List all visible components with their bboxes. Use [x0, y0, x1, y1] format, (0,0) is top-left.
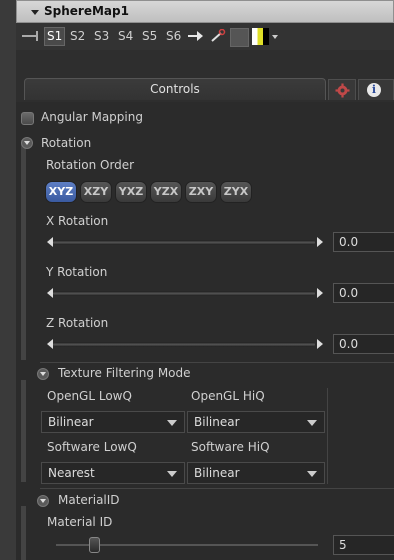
- increment-arrow-icon[interactable]: [317, 339, 323, 349]
- opengl-lowq-select[interactable]: Bilinear: [41, 411, 185, 433]
- arrow-right-icon[interactable]: [188, 31, 204, 41]
- info-icon: i: [367, 83, 381, 97]
- z-rotation-label: Z Rotation: [46, 316, 109, 330]
- angular-mapping-label: Angular Mapping: [41, 110, 143, 124]
- column-divider: [327, 388, 328, 484]
- divider: [40, 362, 394, 363]
- collapse-icon[interactable]: [31, 10, 39, 15]
- z-rotation-slider[interactable]: [47, 339, 323, 349]
- tool-title: SphereMap1: [44, 4, 129, 18]
- left-edge: [0, 0, 16, 560]
- slot-s5[interactable]: S5: [140, 28, 159, 45]
- tab-settings[interactable]: [328, 79, 356, 100]
- dropdown-arrow-icon: [167, 420, 177, 426]
- y-rotation-value[interactable]: 0.0: [333, 283, 394, 303]
- divider: [40, 488, 394, 489]
- software-hiq-value: Bilinear: [194, 466, 240, 480]
- filtering-gutter: [21, 380, 26, 482]
- rotation-order-xyz[interactable]: XYZ: [45, 181, 77, 203]
- opengl-hiq-select[interactable]: Bilinear: [187, 411, 325, 433]
- material-expander-icon[interactable]: [37, 495, 49, 507]
- y-rotation-label: Y Rotation: [46, 265, 108, 279]
- y-rotation-slider[interactable]: [47, 288, 323, 298]
- increment-arrow-icon[interactable]: [317, 288, 323, 298]
- z-rotation-value[interactable]: 0.0: [333, 334, 394, 354]
- increment-arrow-icon[interactable]: [317, 237, 323, 247]
- dropdown-arrow-icon: [167, 471, 177, 477]
- color-swatch-icon[interactable]: [252, 28, 269, 45]
- tool-header[interactable]: SphereMap1: [16, 0, 394, 23]
- slot-s4[interactable]: S4: [116, 28, 135, 45]
- material-gutter: [21, 506, 26, 560]
- filtering-section-title: Texture Filtering Mode: [58, 366, 191, 380]
- slot-s3[interactable]: S3: [92, 28, 111, 45]
- material-id-value[interactable]: 5: [333, 535, 394, 555]
- tab-bar: Controls i: [16, 50, 394, 102]
- rotation-order-zyx[interactable]: ZYX: [220, 181, 252, 203]
- angular-mapping-checkbox[interactable]: [21, 112, 34, 125]
- opengl-hiq-value: Bilinear: [194, 415, 240, 429]
- opengl-hiq-label: OpenGL HiQ: [191, 389, 265, 403]
- tab-controls[interactable]: Controls: [24, 78, 326, 100]
- controls-panel: Angular Mapping Rotation Rotation Order: [16, 102, 394, 560]
- x-rotation-slider[interactable]: [47, 237, 323, 247]
- gear-icon: [335, 83, 350, 101]
- material-id-label: Material ID: [47, 515, 113, 529]
- x-rotation-label: X Rotation: [46, 214, 109, 228]
- pin-icon[interactable]: [22, 31, 38, 41]
- opengl-lowq-label: OpenGL LowQ: [47, 389, 132, 403]
- dropdown-arrow-icon: [307, 471, 317, 477]
- dropdown-arrow-icon: [307, 420, 317, 426]
- software-lowq-label: Software LowQ: [47, 440, 137, 454]
- tab-info[interactable]: i: [358, 79, 394, 100]
- material-section-title: MaterialID: [58, 493, 120, 507]
- software-lowq-value: Nearest: [48, 466, 95, 480]
- software-hiq-select[interactable]: Bilinear: [187, 462, 325, 484]
- material-id-slider-thumb[interactable]: [89, 537, 100, 553]
- rotation-section-title: Rotation: [41, 136, 92, 150]
- rotation-order-yxz[interactable]: YXZ: [115, 181, 147, 203]
- software-hiq-label: Software HiQ: [191, 440, 270, 454]
- rotation-expander-icon[interactable]: [21, 137, 33, 149]
- rotation-order-label: Rotation Order: [46, 158, 135, 172]
- slot-row: S1 S2 S3 S4 S5 S6: [16, 23, 394, 50]
- rotation-gutter: [21, 140, 26, 360]
- software-lowq-select[interactable]: Nearest: [41, 462, 185, 484]
- chevron-down-icon[interactable]: [272, 35, 278, 39]
- slot-s2[interactable]: S2: [68, 28, 87, 45]
- disabled-swatch-icon[interactable]: [230, 28, 249, 47]
- filtering-expander-icon[interactable]: [37, 368, 49, 380]
- rotation-order-zxy[interactable]: ZXY: [185, 181, 217, 203]
- key-icon[interactable]: [210, 28, 226, 43]
- rotation-order-yzx[interactable]: YZX: [150, 181, 182, 203]
- slot-s1[interactable]: S1: [44, 27, 66, 46]
- rotation-order-xzy[interactable]: XZY: [80, 181, 112, 203]
- slot-s6[interactable]: S6: [164, 28, 183, 45]
- x-rotation-value[interactable]: 0.0: [333, 232, 394, 252]
- opengl-lowq-value: Bilinear: [48, 415, 94, 429]
